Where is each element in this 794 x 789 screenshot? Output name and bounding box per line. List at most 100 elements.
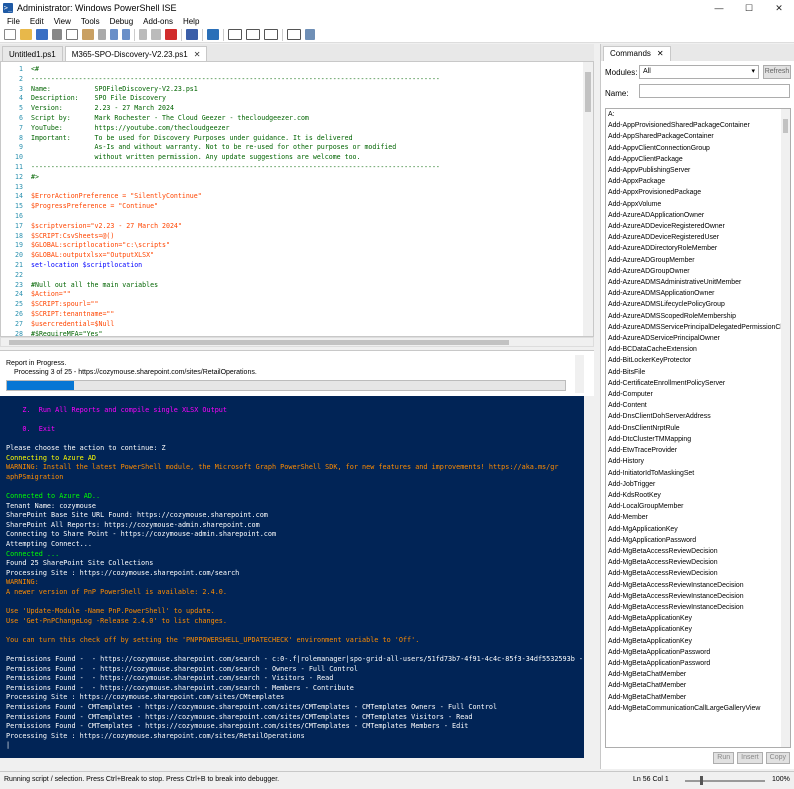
cut-icon[interactable] (52, 29, 62, 40)
command-list-item[interactable]: Add-MgBetaAccessReviewDecision (606, 546, 790, 557)
clear-icon[interactable] (98, 29, 106, 40)
tab-m365-spo-discovery[interactable]: M365-SPO-Discovery-V2.23.ps1 ✕ (64, 46, 208, 61)
zoom-slider[interactable] (685, 780, 765, 782)
code-line[interactable]: 25 $SCRIPT:spourl="" (1, 300, 593, 310)
code-line[interactable]: 21 set-location $scriptlocation (1, 261, 593, 271)
command-list-item[interactable]: Add-MgBetaChatMember (606, 680, 790, 691)
command-list-item[interactable]: Add-AzureADMSAdministrativeUnitMember (606, 277, 790, 288)
copy-icon[interactable] (66, 29, 78, 40)
command-list-item[interactable]: Add-History (606, 456, 790, 467)
menu-edit[interactable]: Edit (25, 17, 49, 26)
menu-debug[interactable]: Debug (105, 17, 139, 26)
code-line[interactable]: 13 (1, 183, 593, 193)
command-list-item[interactable]: Add-AzureADDeviceRegisteredOwner (606, 221, 790, 232)
command-list-item[interactable]: Add-LocalGroupMember (606, 501, 790, 512)
layout-right-icon[interactable] (246, 29, 260, 40)
command-list-item[interactable]: Add-DtcClusterTMMapping (606, 434, 790, 445)
run-button[interactable]: Run (713, 752, 735, 764)
command-list-item[interactable]: Add-BitsFile (606, 367, 790, 378)
open-icon[interactable] (20, 29, 32, 40)
command-list-item[interactable]: Add-BCDataCacheExtension (606, 344, 790, 355)
undo-icon[interactable] (110, 29, 118, 40)
code-line[interactable]: 27 $usercredential=$Null (1, 320, 593, 330)
tab-untitled1[interactable]: Untitled1.ps1 (2, 46, 63, 61)
command-list-item[interactable]: Add-MgApplicationPassword (606, 535, 790, 546)
code-line[interactable]: 4 Description: SPO File Discovery (1, 94, 593, 104)
save-icon[interactable] (36, 29, 48, 40)
editor-vertical-scrollbar[interactable] (583, 62, 593, 336)
command-list-item[interactable]: Add-MgBetaChatMember (606, 692, 790, 703)
command-list-item[interactable]: Add-AppvClientPackage (606, 154, 790, 165)
close-button[interactable]: ✕ (764, 0, 794, 16)
command-list-item[interactable]: Add-MgBetaAccessReviewInstanceDecision (606, 580, 790, 591)
command-list-item[interactable]: Add-KdsRootKey (606, 490, 790, 501)
command-list-item[interactable]: Add-AzureADDirectoryRoleMember (606, 243, 790, 254)
code-line[interactable]: 18 $SCRIPT:CsvSheets=@() (1, 232, 593, 242)
command-list-item[interactable]: Add-MgBetaCommunicationCallLargeGalleryV… (606, 703, 790, 714)
console-pane[interactable]: Z. Run All Reports and compile single XL… (0, 396, 594, 758)
command-list-item[interactable]: A: (606, 109, 790, 120)
command-list-item[interactable]: Add-AppxVolume (606, 199, 790, 210)
command-list-item[interactable]: Add-AzureADGroupOwner (606, 266, 790, 277)
command-list-item[interactable]: Add-AppvClientConnectionGroup (606, 143, 790, 154)
console-output[interactable]: Z. Run All Reports and compile single XL… (0, 396, 594, 751)
command-list-item[interactable]: Add-DnsClientDohServerAddress (606, 411, 790, 422)
command-list-item[interactable]: Add-AppProvisionedSharedPackageContainer (606, 120, 790, 131)
code-line[interactable]: 17 $scriptversion="v2.23 - 27 March 2024" (1, 222, 593, 232)
code-line[interactable]: 5 Version: 2.23 - 27 March 2024 (1, 104, 593, 114)
run-selection-icon[interactable] (151, 29, 161, 40)
command-list-item[interactable]: Add-MgBetaChatMember (606, 669, 790, 680)
command-list-item[interactable]: Add-MgBetaApplicationKey (606, 624, 790, 635)
code-line[interactable]: 24 $Action="" (1, 290, 593, 300)
layout-max-icon[interactable] (264, 29, 278, 40)
script-editor[interactable]: 1 <# 2 ------------------------------------… (0, 61, 594, 337)
code-line[interactable]: 3 Name: SPOFileDiscovery-V2.23.ps1 (1, 85, 593, 95)
command-list-item[interactable]: Add-AppxProvisionedPackage (606, 187, 790, 198)
name-input[interactable] (639, 84, 790, 98)
command-list-item[interactable]: Add-AzureADGroupMember (606, 255, 790, 266)
menu-addons[interactable]: Add-ons (138, 17, 178, 26)
command-list-item[interactable]: Add-AppxPackage (606, 176, 790, 187)
command-list-item[interactable]: Add-AzureADDeviceRegisteredUser (606, 232, 790, 243)
command-list-item[interactable]: Add-AzureADMSServicePrincipalDelegatedPe… (606, 322, 790, 333)
menu-view[interactable]: View (49, 17, 76, 26)
code-line[interactable]: 28 #$RequireMFA="Yes" (1, 330, 593, 336)
zoom-slider-thumb[interactable] (700, 776, 703, 785)
progress-scrollbar[interactable] (575, 355, 584, 393)
code-line[interactable]: 23 #Null out all the main variables (1, 281, 593, 291)
minimize-button[interactable]: — (704, 0, 734, 16)
insert-button[interactable]: Insert (737, 752, 763, 764)
command-list-item[interactable]: Add-AppvPublishingServer (606, 165, 790, 176)
scrollbar-thumb[interactable] (783, 119, 788, 133)
command-list-item[interactable]: Add-MgBetaApplicationPassword (606, 658, 790, 669)
editor-horizontal-scrollbar[interactable] (0, 337, 594, 347)
script-code[interactable]: 1 <# 2 ------------------------------------… (1, 62, 593, 336)
redo-icon[interactable] (122, 29, 130, 40)
modules-select[interactable]: All ▾ (639, 65, 759, 79)
stop-icon[interactable] (165, 29, 177, 40)
scrollbar-thumb[interactable] (585, 72, 591, 112)
code-line[interactable]: 11 --------------------------------------… (1, 163, 593, 173)
code-line[interactable]: 16 (1, 212, 593, 222)
run-icon[interactable] (139, 29, 147, 40)
command-list-item[interactable]: Add-InitiatorIdToMaskingSet (606, 468, 790, 479)
command-list-item[interactable]: Add-JobTrigger (606, 479, 790, 490)
code-line[interactable]: 15 $ProgressPreference = "Continue" (1, 202, 593, 212)
code-line[interactable]: 9 As-Is and without warranty. Not to be … (1, 143, 593, 153)
command-list-item[interactable]: Add-Computer (606, 389, 790, 400)
copy-button[interactable]: Copy (765, 752, 790, 764)
code-line[interactable]: 12 #> (1, 173, 593, 183)
command-list-item[interactable]: Add-MgBetaAccessReviewDecision (606, 557, 790, 568)
tab-commands[interactable]: Commands ✕ (603, 46, 671, 61)
code-line[interactable]: 1 <# (1, 65, 593, 75)
command-list-item[interactable]: Add-BitLockerKeyProtector (606, 355, 790, 366)
command-list-item[interactable]: Add-AzureADApplicationOwner (606, 210, 790, 221)
code-line[interactable]: 26 $SCRIPT:tenantname="" (1, 310, 593, 320)
code-line[interactable]: 22 (1, 271, 593, 281)
code-line[interactable]: 14 $ErrorActionPreference = "SilentlyCont… (1, 192, 593, 202)
layout-top-icon[interactable] (228, 29, 242, 40)
code-line[interactable]: 7 YouTube: https://youtube.com/thecloudge… (1, 124, 593, 134)
show-commands-icon[interactable] (305, 29, 315, 40)
menu-tools[interactable]: Tools (76, 17, 105, 26)
code-line[interactable]: 10 without written permission. Any updat… (1, 153, 593, 163)
